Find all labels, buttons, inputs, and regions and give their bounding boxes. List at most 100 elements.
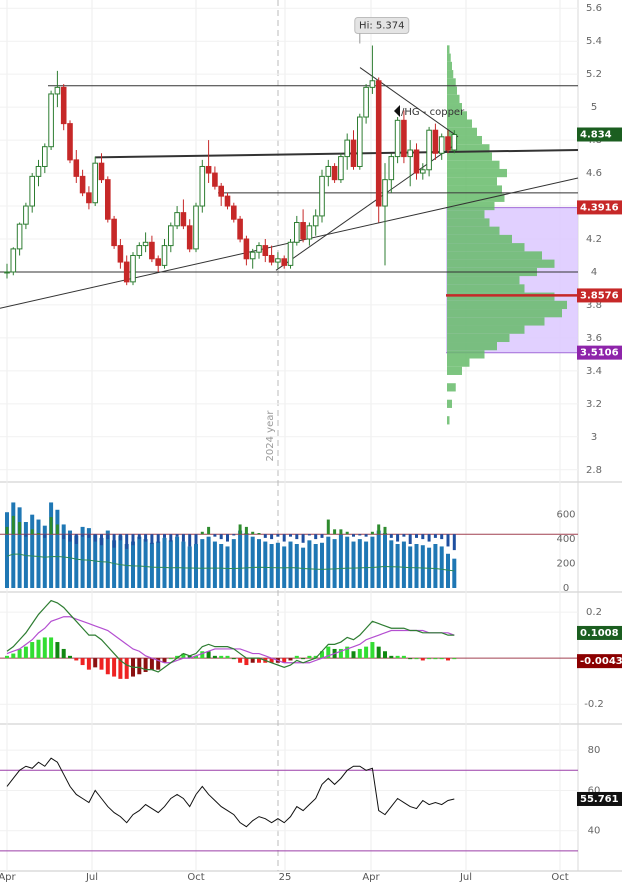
volume-delta-bar bbox=[175, 534, 179, 537]
volume-bar bbox=[231, 539, 236, 588]
macd-histogram-bar bbox=[80, 658, 85, 666]
volume-delta-bar bbox=[307, 534, 311, 536]
volume-profile-bar bbox=[447, 210, 485, 219]
volume-delta-bar bbox=[320, 534, 324, 538]
candle-body bbox=[218, 185, 224, 197]
candle-body bbox=[205, 165, 212, 174]
price-tick-label: 4.6 bbox=[586, 168, 602, 179]
candle-body bbox=[287, 241, 294, 266]
volume-delta-bar bbox=[402, 534, 406, 537]
volume-bar bbox=[294, 544, 299, 588]
macd-histogram-bar bbox=[200, 651, 205, 659]
volume-delta-bar bbox=[244, 526, 248, 535]
volume-delta-bar bbox=[49, 517, 53, 535]
candle-body bbox=[67, 123, 73, 161]
volume-bar bbox=[320, 542, 324, 588]
volume-profile-bar bbox=[447, 70, 454, 79]
volume-bar bbox=[269, 544, 274, 588]
volume-delta-bar bbox=[87, 534, 91, 538]
volume-delta-bar bbox=[377, 524, 381, 535]
macd-histogram-bar bbox=[427, 658, 432, 660]
x-tick-label: Jul bbox=[459, 872, 472, 883]
candle-body bbox=[300, 222, 306, 240]
candle-body bbox=[29, 175, 35, 207]
volume-bar bbox=[383, 533, 387, 588]
price-marker-label: 4.3916 bbox=[580, 202, 619, 213]
macd-histogram-bar bbox=[414, 658, 419, 660]
volume-bar bbox=[131, 541, 135, 588]
candle-body bbox=[60, 86, 67, 125]
volume-delta-bar bbox=[106, 534, 110, 540]
volume-bar bbox=[433, 544, 438, 588]
volume-delta-bar bbox=[339, 529, 343, 535]
volume-delta-bar bbox=[62, 534, 66, 540]
volume-bar bbox=[194, 544, 198, 588]
volume-delta-bar bbox=[446, 534, 450, 547]
instrument-label: /HG - copper bbox=[401, 107, 465, 118]
volume-delta-bar bbox=[163, 534, 166, 538]
volume-profile-bar bbox=[447, 94, 460, 104]
macd-marker-label: 0.1008 bbox=[580, 628, 619, 639]
volume-bar bbox=[338, 534, 343, 588]
volume-delta-bar bbox=[219, 534, 223, 540]
volume-bar bbox=[162, 537, 167, 588]
volume-delta-bar bbox=[257, 533, 261, 535]
volume-bar bbox=[225, 546, 230, 588]
volume-delta-bar bbox=[276, 534, 280, 537]
volume-profile-bar bbox=[447, 416, 450, 425]
volume-bar bbox=[206, 536, 211, 588]
macd-histogram-bar bbox=[389, 655, 394, 659]
macd-histogram-bar bbox=[225, 655, 230, 659]
volume-bar bbox=[99, 537, 104, 588]
macd-histogram-bar bbox=[433, 658, 438, 660]
macd-line bbox=[6, 599, 455, 673]
macd-histogram-bar bbox=[99, 658, 104, 670]
price-tick-label: 3 bbox=[591, 432, 597, 443]
candle-body bbox=[142, 241, 149, 247]
volume-bar bbox=[282, 546, 287, 588]
volume-profile-bar bbox=[447, 358, 470, 367]
volume-delta-bar bbox=[169, 534, 173, 542]
candle-body bbox=[174, 212, 180, 227]
volume-profile-bar bbox=[447, 251, 542, 260]
macd-tick-label: 0.2 bbox=[586, 607, 602, 618]
candle-body bbox=[35, 165, 42, 177]
volume-delta-bar bbox=[156, 534, 160, 543]
x-tick-label: Apr bbox=[362, 872, 380, 883]
volume-delta-bar bbox=[137, 534, 141, 540]
volume-delta-bar bbox=[415, 534, 418, 538]
macd-histogram-bar bbox=[446, 658, 450, 661]
candle-body bbox=[401, 119, 407, 158]
candle-body bbox=[199, 165, 206, 207]
candle-body bbox=[42, 146, 48, 167]
candle-body bbox=[123, 261, 130, 283]
volume-delta-bar bbox=[150, 534, 154, 544]
volume-delta-bar bbox=[226, 534, 229, 542]
candle-body bbox=[413, 149, 420, 174]
macd-histogram-bar bbox=[68, 655, 72, 659]
candle-body bbox=[231, 205, 237, 220]
volume-profile-bar bbox=[447, 86, 457, 95]
candle-body bbox=[375, 80, 382, 207]
volume-bar bbox=[175, 536, 180, 588]
volume-bar bbox=[351, 541, 356, 588]
candle-body bbox=[161, 245, 168, 266]
volume-profile-bar bbox=[447, 218, 490, 227]
candle-body bbox=[224, 195, 231, 207]
candle-body bbox=[262, 245, 269, 256]
volume-bar bbox=[326, 536, 331, 588]
volume-delta-bar bbox=[188, 534, 192, 547]
volume-bar bbox=[156, 541, 161, 588]
volume-bar bbox=[414, 544, 419, 588]
candle-body bbox=[212, 172, 218, 187]
volume-delta-bar bbox=[194, 534, 198, 544]
macd-histogram-bar bbox=[5, 655, 9, 659]
candle-body bbox=[268, 254, 275, 263]
macd-histogram-bar bbox=[55, 642, 60, 659]
volume-delta-bar bbox=[207, 526, 211, 535]
volume-profile-bar bbox=[447, 160, 500, 169]
macd-histogram-bar bbox=[105, 658, 110, 675]
volume-profile-bar bbox=[447, 317, 545, 326]
volume-bar bbox=[250, 536, 255, 588]
macd-histogram-bar bbox=[395, 655, 400, 659]
